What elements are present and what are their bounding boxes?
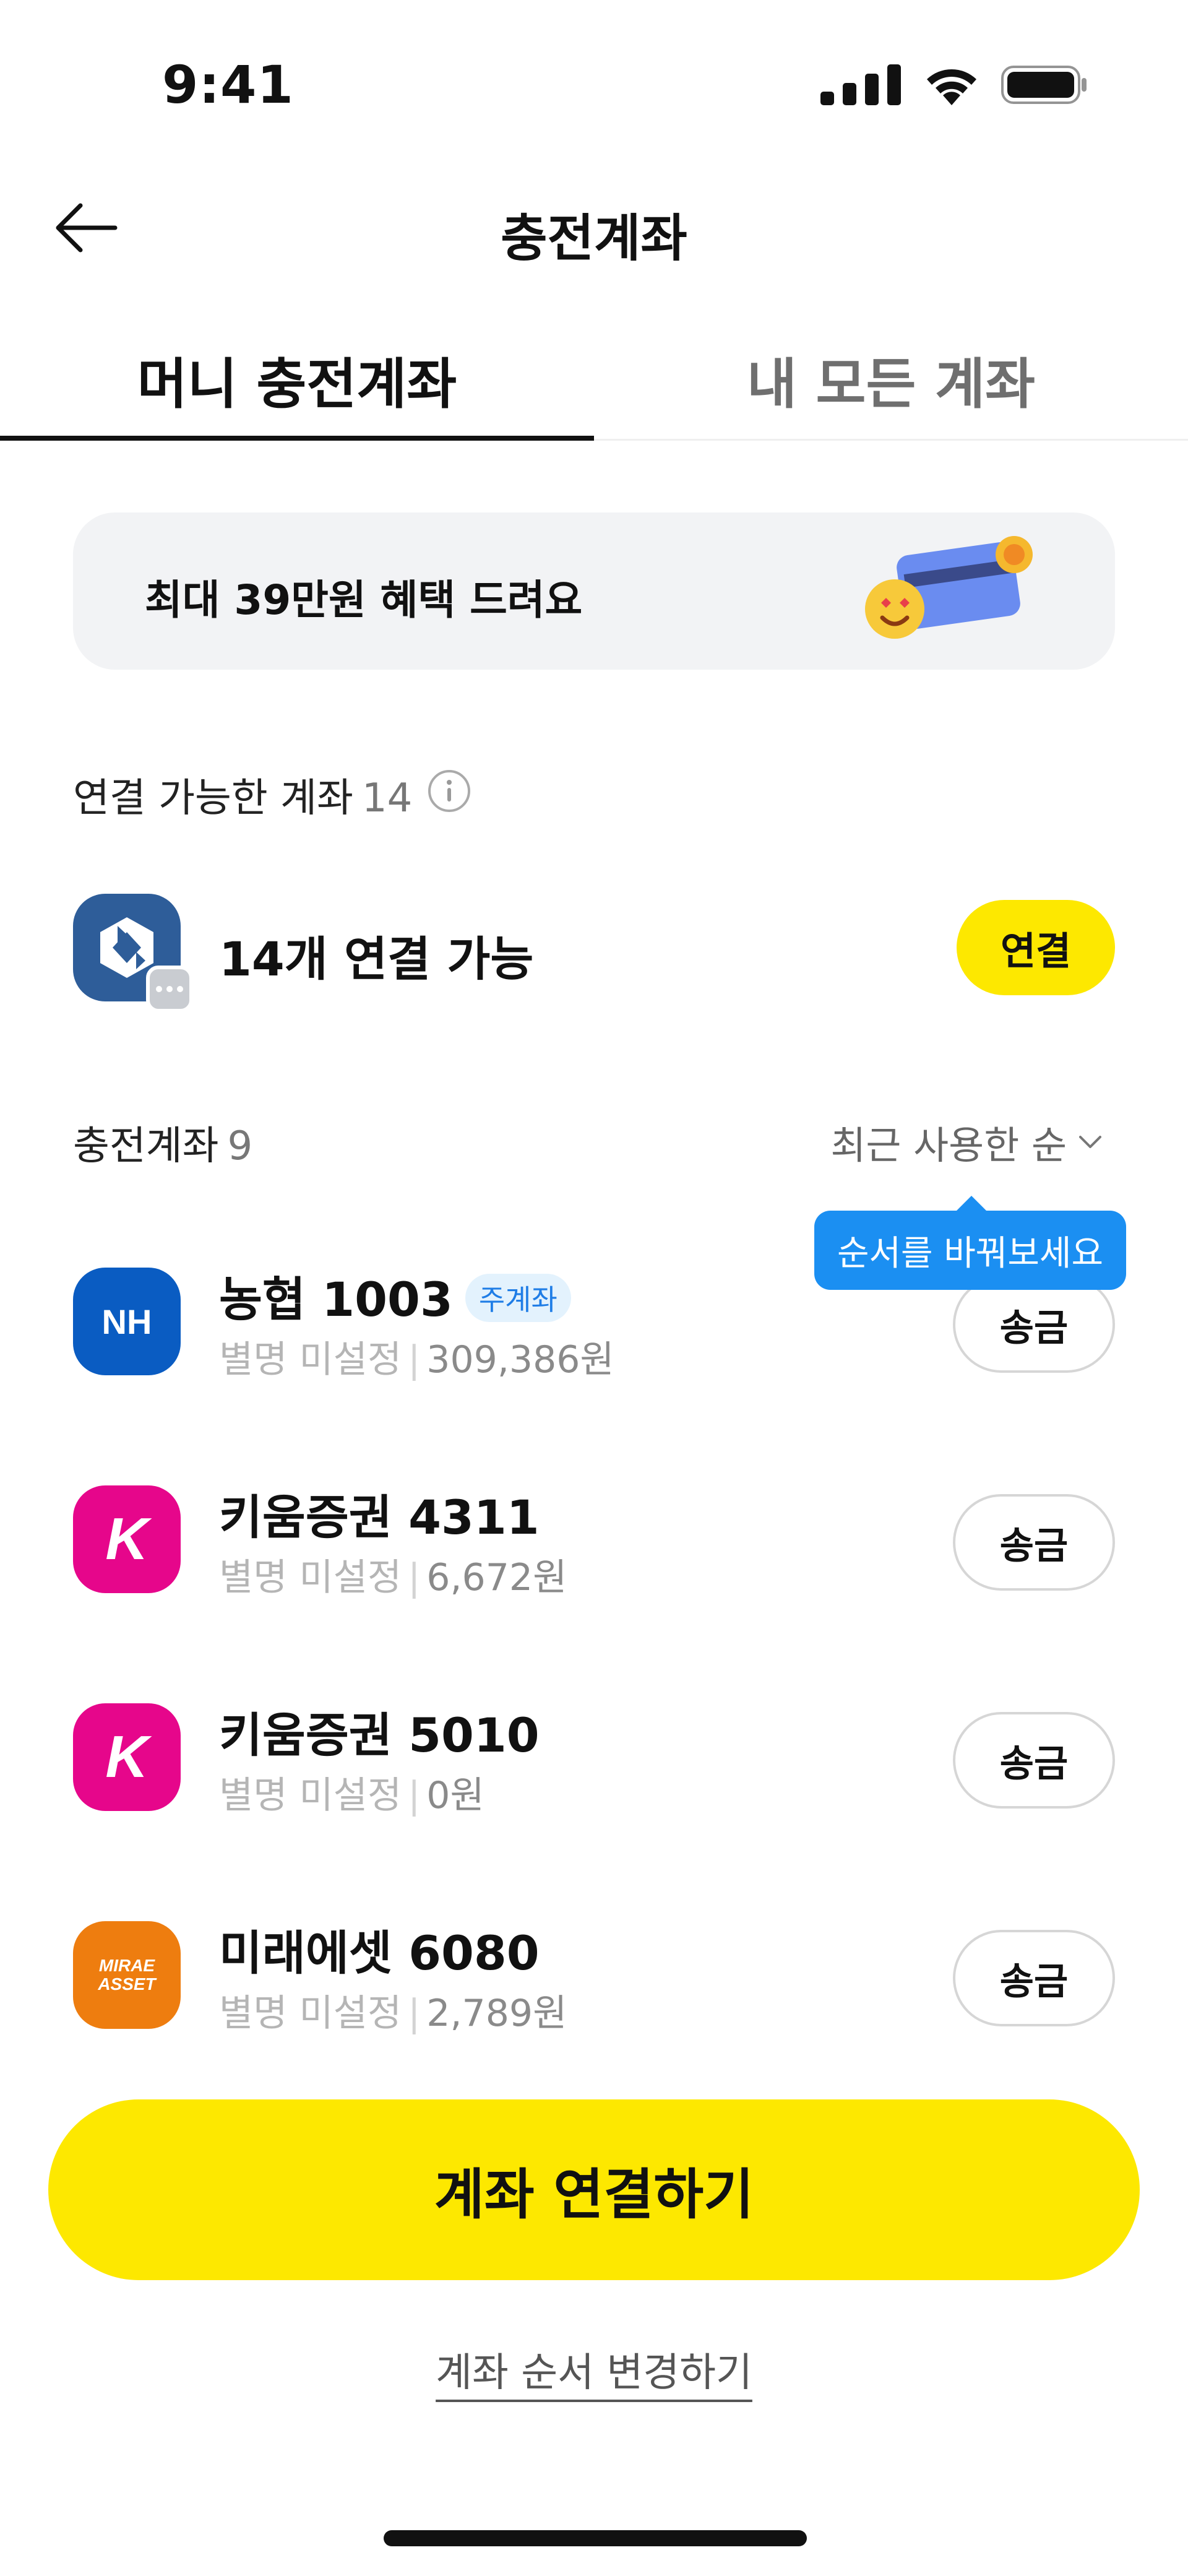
account-alias: 별명 미설정 [219,1338,402,1381]
account-balance: 309,386원 [426,1338,614,1381]
bank-logo-kiwoom: K [73,1485,181,1593]
connectable-label-text: 연결 가능한 계좌 [73,776,353,821]
account-alias: 별명 미설정 [219,1556,402,1599]
account-row[interactable]: K 키움증권 5010 별명 미설정 | 0원 송금 [73,1697,1115,1817]
tab-all-accounts[interactable]: 내 모든 계좌 [594,340,1188,419]
account-name: 미래에셋 6080 [219,1926,540,1981]
account-details: 별명 미설정 | 309,386원 [219,1329,614,1383]
send-button[interactable]: 송금 [953,1930,1115,2026]
account-name-text: 농협 1003 [219,1272,453,1327]
screen: 9:41 충전계좌 머니 충전계좌 내 모든 계좌 최대 39만원 혜택 드려요… [0,0,1188,2576]
promo-text: 최대 39만원 혜택 드려요 [145,576,583,624]
separator: | [408,1338,421,1381]
card-emoji-icon [865,536,1033,639]
separator: | [408,1774,421,1817]
send-button[interactable]: 송금 [953,1712,1115,1809]
account-details: 별명 미설정 | 2,789원 [219,1983,567,2037]
separator: | [408,1556,421,1599]
wifi-icon [927,69,976,105]
connect-button[interactable]: 연결 [957,900,1115,995]
main-account-badge: 주계좌 [465,1274,571,1322]
page-title: 충전계좌 [501,209,687,268]
separator: | [408,1992,421,2035]
account-alias: 별명 미설정 [219,1992,402,2035]
tab-bar: 머니 충전계좌 내 모든 계좌 [0,322,1188,441]
bank-logo-text: MIRAE ASSET [98,1956,156,1994]
reorder-accounts-link-text[interactable]: 계좌 순서 변경하기 [436,2350,752,2396]
info-icon[interactable] [427,769,471,813]
charge-accounts-label-text: 충전계좌 [73,1123,219,1169]
account-name: 농협 1003 주계좌 [219,1261,571,1329]
sort-dropdown[interactable]: 최근 사용한 순 [830,1114,1103,1170]
account-details: 별명 미설정 | 6,672원 [219,1547,567,1601]
bank-logo-mirae: MIRAE ASSET [73,1921,181,2029]
status-icons [820,64,1089,105]
bank-logo-text: K [105,1724,148,1790]
promo-banner[interactable]: 최대 39만원 혜택 드려요 [73,512,1115,670]
bank-logo-kiwoom: K [73,1703,181,1811]
sort-label: 최근 사용한 순 [830,1123,1067,1168]
status-time: 9:41 [162,54,294,115]
send-button[interactable]: 송금 [953,1276,1115,1373]
connect-account-button[interactable]: 계좌 연결하기 [48,2099,1140,2280]
account-row[interactable]: K 키움증권 4311 별명 미설정 | 6,672원 송금 [73,1479,1115,1599]
bank-logo-text: NH [101,1302,152,1341]
connectable-summary: 14개 연결 가능 [219,931,534,987]
reorder-accounts-link[interactable]: 계좌 순서 변경하기 [0,2341,1188,2398]
more-icon [146,966,193,1013]
connectable-count: 14 [361,776,413,821]
reorder-tooltip: 순서를 바꿔보세요 [814,1196,1126,1290]
account-alias: 별명 미설정 [219,1774,402,1817]
account-details: 별명 미설정 | 0원 [219,1765,484,1819]
bank-logo-nh: NH [73,1268,181,1375]
account-row[interactable]: MIRAE ASSET 미래에셋 6080 별명 미설정 | 2,789원 송금 [73,1915,1115,2035]
active-tab-indicator [0,436,594,441]
cellular-signal-icon [820,64,901,105]
battery-icon [1001,66,1087,104]
charge-accounts-count: 9 [227,1123,253,1169]
account-balance: 0원 [426,1774,484,1817]
bank-logo-text: K [105,1506,148,1572]
account-balance: 6,672원 [426,1556,567,1599]
tab-money-charge-accounts[interactable]: 머니 충전계좌 [0,340,594,419]
connectable-section-label: 연결 가능한 계좌 14 [73,766,412,823]
account-name: 키움증권 5010 [219,1708,540,1763]
account-name: 키움증권 4311 [219,1490,540,1545]
charge-accounts-section-label: 충전계좌 9 [73,1114,252,1171]
chevron-down-icon [1079,1136,1101,1148]
home-indicator[interactable] [384,2530,807,2546]
account-balance: 2,789원 [426,1992,567,2035]
send-button[interactable]: 송금 [953,1494,1115,1591]
connectable-accounts-row[interactable]: 14개 연결 가능 연결 [73,894,1115,1013]
